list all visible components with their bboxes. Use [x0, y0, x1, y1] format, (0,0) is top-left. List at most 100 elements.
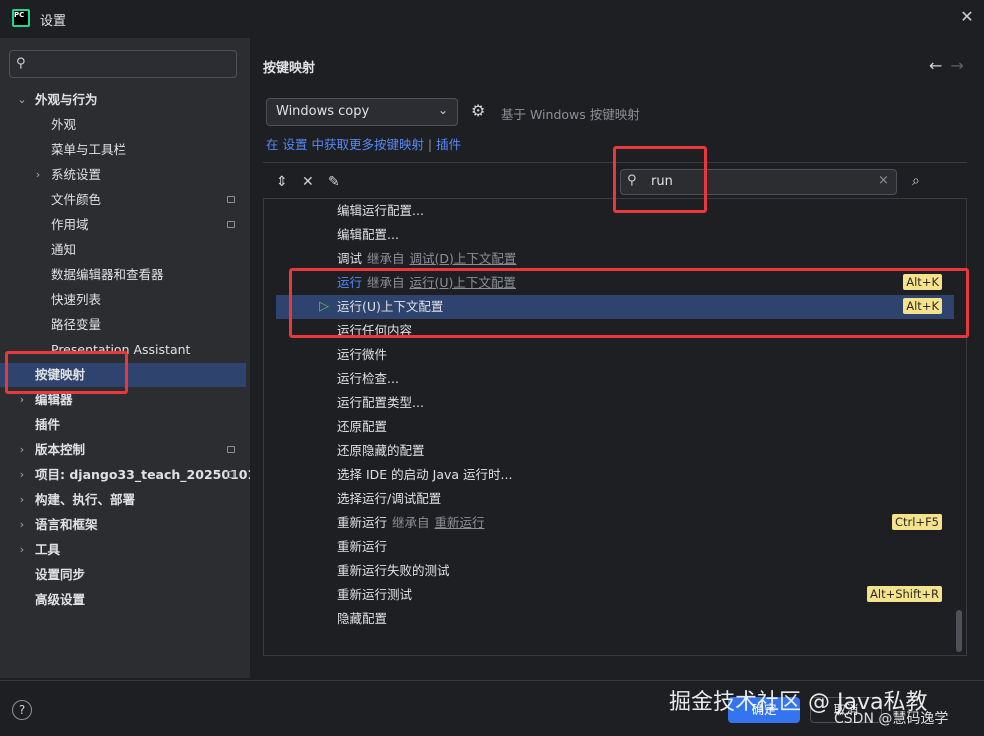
- sidebar-item[interactable]: 高级设置: [0, 588, 246, 612]
- project-level-icon: [227, 471, 235, 478]
- action-row[interactable]: 重新运行测试 Alt+Shift+R: [276, 583, 954, 607]
- collapse-all-icon[interactable]: ✕: [302, 174, 314, 190]
- close-icon[interactable]: ✕: [958, 8, 976, 26]
- chevron-down-icon[interactable]: ⌄: [16, 88, 28, 112]
- annotation-box: [289, 268, 969, 338]
- inherit-target-link[interactable]: 调试(D)上下文配置: [410, 251, 517, 266]
- sidebar-item[interactable]: › 系统设置: [0, 163, 246, 187]
- sidebar-item[interactable]: 通知: [0, 238, 246, 262]
- action-label: 还原隐藏的配置: [337, 443, 425, 458]
- action-row[interactable]: 运行检查...: [276, 367, 954, 391]
- action-row[interactable]: 隐藏配置: [276, 607, 954, 631]
- search-icon: ⚲: [16, 56, 26, 71]
- action-label: 编辑运行配置...: [337, 203, 424, 218]
- chevron-right-icon[interactable]: ›: [16, 513, 28, 537]
- chevron-right-icon[interactable]: ›: [32, 163, 44, 187]
- inherit-target-link[interactable]: 重新运行: [435, 515, 485, 530]
- edit-shortcut-icon[interactable]: ✎: [328, 174, 340, 190]
- title-bar: [0, 0, 984, 38]
- help-icon[interactable]: ?: [12, 700, 32, 720]
- sidebar-item[interactable]: 菜单与工具栏: [0, 138, 246, 162]
- page-title: 按键映射: [263, 61, 316, 76]
- chevron-down-icon: ⌄: [438, 103, 449, 117]
- action-text: 运行检查...: [337, 367, 399, 391]
- sidebar-item[interactable]: 路径变量: [0, 313, 246, 337]
- action-row[interactable]: 编辑配置...: [276, 223, 954, 247]
- expand-all-icon[interactable]: ⇕: [276, 174, 288, 190]
- back-arrow-icon[interactable]: ←: [929, 56, 950, 75]
- sidebar-item[interactable]: 作用域: [0, 213, 246, 237]
- annotation-box: [5, 351, 128, 394]
- sidebar-item[interactable]: › 版本控制: [0, 438, 246, 462]
- action-text: 隐藏配置: [337, 607, 387, 631]
- sidebar-item[interactable]: 数据编辑器和查看器: [0, 263, 246, 287]
- sidebar-item[interactable]: 外观: [0, 113, 246, 137]
- action-row[interactable]: 重新运行失败的测试: [276, 559, 954, 583]
- sidebar-item[interactable]: › 工具: [0, 538, 246, 562]
- shortcut-badge: Alt+Shift+R: [867, 586, 942, 602]
- project-level-icon: [227, 446, 235, 453]
- action-label: 隐藏配置: [337, 611, 388, 626]
- action-text: 选择运行/调试配置: [337, 487, 441, 511]
- action-row[interactable]: 选择 IDE 的启动 Java 运行时...: [276, 463, 954, 487]
- sidebar-item-label: 快速列表: [51, 292, 102, 307]
- action-row[interactable]: 还原配置: [276, 415, 954, 439]
- chevron-right-icon[interactable]: ›: [16, 538, 28, 562]
- action-text: 重新运行 继承自 重新运行: [337, 511, 485, 535]
- inherit-label: 继承自: [392, 515, 430, 530]
- sidebar-item[interactable]: ⌄ 外观与行为: [0, 88, 246, 112]
- action-text: 还原隐藏的配置: [337, 439, 425, 463]
- sidebar-item-label: 菜单与工具栏: [51, 142, 127, 157]
- keymap-select-value: Windows copy: [276, 104, 370, 119]
- action-label: 还原配置: [337, 419, 388, 434]
- action-text: 选择 IDE 的启动 Java 运行时...: [337, 463, 512, 487]
- sidebar-item-label: 外观与行为: [35, 92, 98, 107]
- action-text: 重新运行: [337, 535, 387, 559]
- sidebar-item-label: 外观: [51, 117, 77, 132]
- sidebar-item-label: 系统设置: [51, 167, 102, 182]
- get-more-keymaps-link[interactable]: 在 设置 中获取更多按键映射: [266, 137, 424, 152]
- chevron-right-icon[interactable]: ›: [16, 463, 28, 487]
- action-label: 编辑配置...: [337, 227, 399, 242]
- sidebar-item-label: 插件: [35, 417, 61, 432]
- action-row[interactable]: 选择运行/调试配置: [276, 487, 954, 511]
- action-row[interactable]: 还原隐藏的配置: [276, 439, 954, 463]
- action-text: 运行配置类型...: [337, 391, 424, 415]
- action-text: 重新运行失败的测试: [337, 559, 450, 583]
- sidebar-item[interactable]: › 语言和框架: [0, 513, 246, 537]
- action-label: 运行配置类型...: [337, 395, 424, 410]
- scrollbar-thumb[interactable]: [956, 610, 962, 652]
- chevron-right-icon[interactable]: ›: [16, 438, 28, 462]
- sidebar-item-label: 高级设置: [35, 592, 86, 607]
- project-level-icon: [227, 221, 235, 228]
- window-title: 设置: [40, 14, 67, 29]
- gear-icon[interactable]: ⚙: [471, 101, 485, 120]
- action-text: 编辑运行配置...: [337, 199, 424, 223]
- sidebar-item[interactable]: 快速列表: [0, 288, 246, 312]
- sidebar-item-label: 文件颜色: [51, 192, 102, 207]
- sidebar-item-label: 作用域: [51, 217, 89, 232]
- action-text: 重新运行测试: [337, 583, 412, 607]
- action-row[interactable]: 运行微件: [276, 343, 954, 367]
- find-by-shortcut-icon[interactable]: ⌕: [912, 173, 920, 189]
- chevron-right-icon[interactable]: ›: [16, 488, 28, 512]
- sidebar-item[interactable]: 设置同步: [0, 563, 246, 587]
- sidebar-item[interactable]: 插件: [0, 413, 246, 437]
- action-row[interactable]: 重新运行: [276, 535, 954, 559]
- sidebar-item-label: 数据编辑器和查看器: [51, 267, 164, 282]
- inherit-label: 继承自: [367, 251, 405, 266]
- sidebar-search-input[interactable]: ⚲: [9, 50, 237, 78]
- shortcut-badge: Ctrl+F5: [891, 514, 942, 530]
- sidebar-item[interactable]: › 构建、执行、部署: [0, 488, 246, 512]
- clear-icon[interactable]: ×: [878, 173, 889, 188]
- forward-arrow-icon[interactable]: →: [950, 56, 971, 75]
- sidebar-item[interactable]: › 项目: django33_teach_20250101: [0, 463, 256, 487]
- history-nav: ←→: [929, 56, 972, 75]
- action-label: 选择 IDE 的启动 Java 运行时...: [337, 467, 513, 482]
- keymap-select[interactable]: Windows copy ⌄: [266, 98, 458, 126]
- sidebar-item-label: 构建、执行、部署: [35, 492, 136, 507]
- action-row[interactable]: 重新运行 继承自 重新运行 Ctrl+F5: [276, 511, 954, 535]
- plugins-link[interactable]: 插件: [436, 137, 461, 152]
- action-row[interactable]: 运行配置类型...: [276, 391, 954, 415]
- sidebar-item[interactable]: 文件颜色: [0, 188, 246, 212]
